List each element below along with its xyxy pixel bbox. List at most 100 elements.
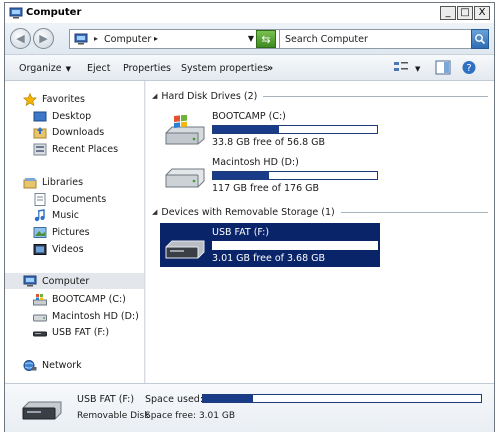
group-removable-storage-label: Devices with Removable Storage (1) bbox=[161, 206, 335, 218]
nav-downloads[interactable]: Downloads bbox=[5, 124, 144, 140]
recent-places-icon bbox=[33, 143, 47, 155]
refresh-icon: ⇆ bbox=[261, 32, 271, 46]
organize-menu[interactable]: Organize ▼ bbox=[19, 63, 71, 74]
hard-drive-icon bbox=[165, 168, 205, 188]
nav-libraries[interactable]: Libraries bbox=[5, 174, 144, 190]
breadcrumb-separator-icon[interactable]: ▸ bbox=[94, 34, 98, 43]
drive-bootcamp[interactable]: BOOTCAMP (C:) 33.8 GB free of 56.8 GB bbox=[160, 107, 380, 149]
nav-pictures[interactable]: Pictures bbox=[5, 224, 144, 240]
drive-usb-fat-name: USB FAT (F:) bbox=[212, 227, 270, 238]
documents-icon bbox=[34, 192, 46, 206]
address-dropdown-icon[interactable]: ▼ bbox=[248, 34, 254, 43]
collapse-triangle-icon[interactable]: ◢ bbox=[152, 92, 157, 100]
search-icon bbox=[475, 34, 486, 45]
computer-icon bbox=[23, 275, 37, 286]
group-hard-disk-drives[interactable]: ◢ Hard Disk Drives (2) bbox=[152, 90, 488, 102]
usage-fill bbox=[213, 126, 279, 133]
nav-desktop-label: Desktop bbox=[52, 110, 92, 122]
breadcrumb-chevron-icon[interactable]: ▸ bbox=[154, 34, 158, 43]
drive-macintosh-hd-usage-bar bbox=[212, 171, 378, 180]
details-usage-bar bbox=[202, 394, 482, 403]
more-commands-button[interactable]: » bbox=[267, 63, 273, 74]
back-arrow-icon: ◀ bbox=[16, 32, 25, 45]
nav-recent-places-label: Recent Places bbox=[52, 143, 119, 155]
details-space-used-label: Space used: bbox=[145, 394, 204, 405]
maximize-button[interactable]: □ bbox=[457, 6, 473, 20]
system-properties-button[interactable]: System properties bbox=[181, 63, 268, 74]
nav-macintosh-hd[interactable]: Macintosh HD (D:) bbox=[5, 308, 144, 324]
nav-macintosh-hd-label: Macintosh HD (D:) bbox=[52, 310, 139, 322]
collapse-triangle-icon[interactable]: ◢ bbox=[152, 208, 157, 216]
view-dropdown-icon[interactable]: ▼ bbox=[415, 65, 420, 73]
nav-videos-label: Videos bbox=[52, 243, 84, 255]
group-hard-disk-drives-label: Hard Disk Drives (2) bbox=[161, 90, 258, 102]
help-icon[interactable]: ? bbox=[461, 60, 477, 75]
nav-computer-label: Computer bbox=[42, 275, 90, 287]
command-bar: Organize ▼ Eject Properties System proper… bbox=[5, 55, 494, 81]
drive-usb-fat-free: 3.01 GB free of 3.68 GB bbox=[212, 253, 326, 264]
window-title: Computer bbox=[26, 7, 82, 18]
nav-desktop[interactable]: Desktop bbox=[5, 108, 144, 124]
search-button[interactable] bbox=[471, 29, 489, 49]
close-button[interactable]: X bbox=[474, 6, 490, 20]
drive-usb-fat-usage-bar bbox=[212, 241, 378, 250]
nav-usb-fat[interactable]: USB FAT (F:) bbox=[5, 324, 144, 340]
nav-computer[interactable]: Computer bbox=[5, 273, 144, 289]
usage-fill bbox=[203, 395, 254, 402]
nav-libraries-label: Libraries bbox=[42, 176, 84, 188]
computer-icon bbox=[74, 33, 88, 45]
address-box[interactable]: ▸ Computer ▸ ▼ bbox=[69, 29, 281, 49]
title-bar[interactable]: Computer _ □ X bbox=[5, 3, 494, 23]
nav-favorites[interactable]: Favorites bbox=[5, 91, 144, 107]
back-button[interactable]: ◀ bbox=[10, 28, 31, 49]
libraries-icon bbox=[23, 177, 37, 188]
details-drive-name: USB FAT (F:) bbox=[77, 394, 135, 405]
preview-pane-icon[interactable] bbox=[435, 60, 451, 75]
group-divider bbox=[263, 95, 488, 97]
details-space-free-value: 3.01 GB bbox=[198, 411, 236, 421]
search-input[interactable]: Search Computer bbox=[279, 29, 475, 49]
usb-drive-icon bbox=[33, 331, 47, 336]
windows-drive-icon bbox=[165, 115, 205, 145]
windows-drive-icon bbox=[33, 293, 47, 305]
forward-button[interactable]: ▶ bbox=[33, 28, 54, 49]
computer-icon bbox=[9, 7, 23, 19]
nav-downloads-label: Downloads bbox=[52, 126, 105, 138]
address-bar-row: ◀ ▶ ▸ Computer ▸ ▼ ⇆ Search Computer bbox=[5, 23, 494, 55]
window-controls: _ □ X bbox=[439, 6, 490, 20]
nav-bootcamp[interactable]: BOOTCAMP (C:) bbox=[5, 291, 144, 307]
usb-drive-icon bbox=[165, 240, 205, 259]
nav-network-label: Network bbox=[42, 359, 82, 371]
breadcrumb-computer[interactable]: Computer bbox=[104, 34, 151, 45]
group-removable-storage[interactable]: ◢ Devices with Removable Storage (1) bbox=[152, 206, 488, 218]
usage-fill bbox=[213, 242, 243, 249]
nav-recent-places[interactable]: Recent Places bbox=[5, 141, 144, 157]
nav-music-label: Music bbox=[52, 209, 80, 221]
usb-drive-icon bbox=[22, 401, 62, 420]
videos-icon bbox=[33, 243, 47, 255]
nav-network[interactable]: Network bbox=[5, 357, 144, 373]
organize-label: Organize bbox=[19, 63, 62, 74]
star-icon bbox=[23, 92, 37, 106]
view-options-icon[interactable] bbox=[393, 60, 409, 75]
drive-bootcamp-name: BOOTCAMP (C:) bbox=[212, 111, 286, 122]
nav-music[interactable]: Music bbox=[5, 207, 144, 223]
details-space-free-label: Space free: bbox=[145, 411, 197, 421]
eject-button[interactable]: Eject bbox=[87, 63, 110, 74]
svg-text:?: ? bbox=[466, 63, 471, 74]
nav-favorites-label: Favorites bbox=[42, 93, 85, 105]
refresh-button[interactable]: ⇆ bbox=[256, 30, 276, 48]
minimize-button[interactable]: _ bbox=[440, 6, 456, 20]
search-placeholder: Search Computer bbox=[285, 34, 368, 45]
drive-bootcamp-free: 33.8 GB free of 56.8 GB bbox=[212, 137, 326, 148]
explorer-window: Computer _ □ X ◀ ▶ ▸ Computer ▸ ▼ ⇆ Sear… bbox=[4, 2, 495, 432]
details-drive-type: Removable Disk bbox=[77, 411, 150, 421]
forward-arrow-icon: ▶ bbox=[39, 32, 48, 45]
drive-macintosh-hd-name: Macintosh HD (D:) bbox=[212, 157, 299, 168]
nav-videos[interactable]: Videos bbox=[5, 241, 144, 257]
properties-button[interactable]: Properties bbox=[123, 63, 171, 74]
drive-usb-fat[interactable]: USB FAT (F:) 3.01 GB free of 3.68 GB bbox=[160, 223, 380, 267]
drive-macintosh-hd[interactable]: Macintosh HD (D:) 117 GB free of 176 GB bbox=[160, 153, 380, 195]
nav-documents[interactable]: Documents bbox=[5, 191, 144, 207]
network-icon bbox=[23, 359, 37, 371]
